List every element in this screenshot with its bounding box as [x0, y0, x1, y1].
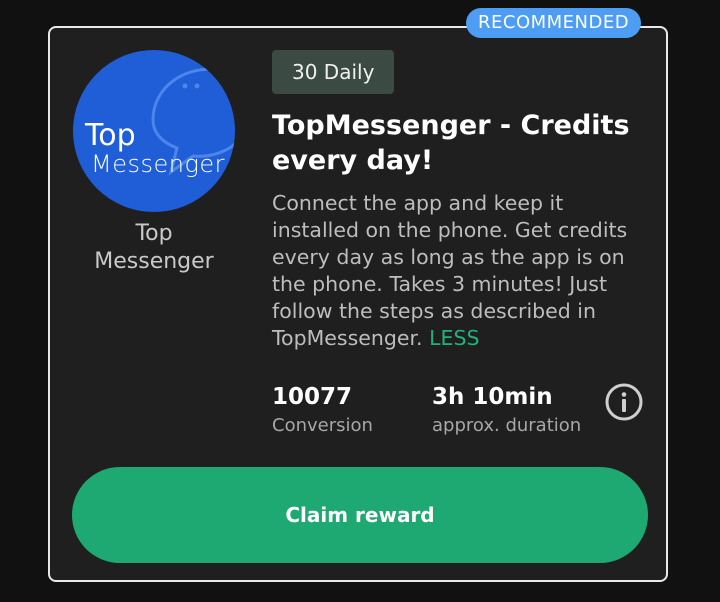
- logo-text-top: Top: [85, 118, 136, 153]
- conversion-label: Conversion: [272, 415, 373, 436]
- daily-tag: 30 Daily: [272, 50, 395, 94]
- app-logo: Top Messenger: [73, 50, 235, 212]
- claim-reward-button[interactable]: Claim reward: [72, 467, 648, 563]
- app-name: Top Messenger: [73, 220, 235, 276]
- app-name-line2: Messenger: [94, 249, 214, 274]
- conversion-stat: 10077 Conversion: [272, 382, 373, 440]
- duration-value: 3h 10min: [432, 384, 553, 410]
- duration-stat: 3h 10min approx. duration: [432, 382, 581, 440]
- conversion-value: 10077: [272, 384, 353, 410]
- logo-text-bottom: Messenger: [91, 150, 225, 178]
- info-icon[interactable]: [604, 382, 644, 422]
- less-link[interactable]: LESS: [429, 326, 479, 350]
- app-name-line1: Top: [135, 221, 173, 246]
- duration-label: approx. duration: [432, 415, 582, 436]
- recommended-badge: RECOMMENDED: [466, 8, 642, 38]
- offer-title: TopMessenger - Credits every day!: [272, 110, 630, 176]
- offer-description: Connect the app and keep it installed on…: [272, 190, 654, 352]
